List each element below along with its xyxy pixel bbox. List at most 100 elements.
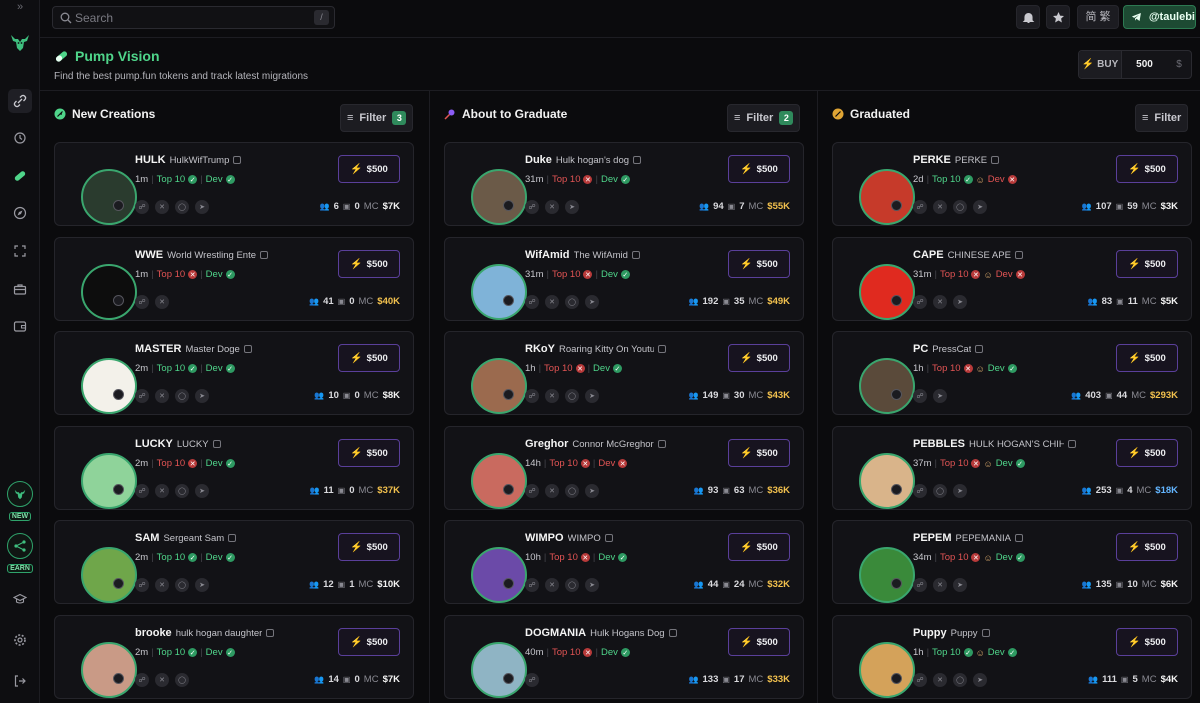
buy-button[interactable]: ⚡ $500: [338, 628, 400, 656]
globe-icon[interactable]: ◯: [565, 389, 579, 403]
buy-button[interactable]: ⚡ $500: [728, 628, 790, 656]
search-box[interactable]: /: [52, 6, 335, 29]
link-icon[interactable]: ☍: [525, 389, 539, 403]
token-avatar[interactable]: [846, 156, 915, 225]
token-symbol[interactable]: PERKE: [913, 154, 951, 166]
token-card[interactable]: Puppy Puppy 1h | Top 10 ✓ ☺ Dev ✓ ☍ ✕ ◯ ➤ ⚡…: [832, 615, 1192, 699]
rail-wallet-icon[interactable]: [8, 314, 32, 338]
search-input[interactable]: [75, 9, 305, 27]
globe-icon[interactable]: ◯: [565, 295, 579, 309]
copy-icon[interactable]: [668, 629, 677, 637]
copy-icon[interactable]: [266, 629, 275, 637]
bull-logo-icon[interactable]: [8, 30, 32, 54]
buy-button[interactable]: ⚡ $500: [338, 533, 400, 561]
token-symbol[interactable]: Greghor: [525, 438, 568, 450]
link-icon[interactable]: ☍: [135, 389, 149, 403]
link-icon[interactable]: ☍: [525, 484, 539, 498]
token-avatar[interactable]: [846, 629, 915, 698]
token-card[interactable]: RKoY Roaring Kitty On Youtube 1h | Top 1…: [444, 331, 804, 415]
globe-icon[interactable]: ◯: [565, 578, 579, 592]
link-icon[interactable]: ☍: [913, 389, 927, 403]
x-icon[interactable]: ✕: [155, 295, 169, 309]
send-icon[interactable]: ➤: [585, 295, 599, 309]
globe-icon[interactable]: ◯: [953, 200, 967, 214]
link-icon[interactable]: ☍: [525, 673, 539, 687]
copy-icon[interactable]: [260, 251, 268, 259]
token-symbol[interactable]: Puppy: [913, 627, 947, 639]
buy-button[interactable]: ⚡ $500: [338, 155, 400, 183]
rail-settings-icon[interactable]: [8, 628, 32, 652]
token-avatar[interactable]: [458, 156, 527, 225]
token-card[interactable]: WWE World Wrestling Ente 1m | Top 10 ✕ |…: [54, 237, 414, 321]
rail-new-badge[interactable]: NEW: [5, 481, 35, 521]
token-card[interactable]: HULK HulkWifTrump 1m | Top 10 ✓ | Dev ✓ …: [54, 142, 414, 226]
token-card[interactable]: PEPEM PEPEMANIA 34m | Top 10 ✕ ☺ Dev ✓ ☍…: [832, 520, 1192, 604]
buy-button[interactable]: ⚡ $500: [338, 344, 400, 372]
token-symbol[interactable]: MASTER: [135, 343, 181, 355]
token-symbol[interactable]: PEPEM: [913, 532, 952, 544]
link-icon[interactable]: ☍: [913, 200, 927, 214]
send-icon[interactable]: ➤: [195, 578, 209, 592]
send-icon[interactable]: ➤: [973, 673, 987, 687]
token-card[interactable]: Duke Hulk hogan's dog 31m | Top 10 ✕ | D…: [444, 142, 804, 226]
token-card[interactable]: DOGMANIA Hulk Hogans Dog 40m | Top 10 ✕ …: [444, 615, 804, 699]
x-icon[interactable]: ✕: [545, 484, 559, 498]
x-icon[interactable]: ✕: [545, 200, 559, 214]
copy-icon[interactable]: [631, 251, 640, 259]
send-icon[interactable]: ➤: [933, 389, 947, 403]
x-icon[interactable]: ✕: [155, 578, 169, 592]
buy-button[interactable]: ⚡ $500: [338, 250, 400, 278]
copy-icon[interactable]: [228, 534, 237, 542]
token-card[interactable]: WIMPO WIMPO 10h | Top 10 ✕ | Dev ✓ ☍ ✕ ◯ ➤ …: [444, 520, 804, 604]
send-icon[interactable]: ➤: [953, 484, 967, 498]
filter-button[interactable]: ≡ Filter 2: [727, 104, 801, 132]
rail-briefcase-icon[interactable]: [8, 277, 32, 301]
copy-icon[interactable]: [1014, 534, 1023, 542]
buy-button[interactable]: ⚡ $500: [1116, 250, 1178, 278]
x-icon[interactable]: ✕: [155, 200, 169, 214]
copy-icon[interactable]: [633, 156, 642, 164]
token-symbol[interactable]: SAM: [135, 532, 159, 544]
token-avatar[interactable]: [68, 629, 137, 698]
link-icon[interactable]: ☍: [135, 578, 149, 592]
token-avatar[interactable]: [68, 440, 137, 509]
buy-button[interactable]: ⚡ $500: [728, 155, 790, 183]
copy-icon[interactable]: [212, 440, 221, 448]
send-icon[interactable]: ➤: [585, 484, 599, 498]
send-icon[interactable]: ➤: [973, 200, 987, 214]
copy-icon[interactable]: [981, 629, 990, 637]
copy-icon[interactable]: [1067, 440, 1076, 448]
token-symbol[interactable]: brooke: [135, 627, 172, 639]
send-icon[interactable]: ➤: [195, 484, 209, 498]
link-icon[interactable]: ☍: [913, 295, 927, 309]
x-icon[interactable]: ✕: [933, 295, 947, 309]
globe-icon[interactable]: ◯: [933, 484, 947, 498]
send-icon[interactable]: ➤: [953, 578, 967, 592]
copy-icon[interactable]: [233, 156, 242, 164]
link-icon[interactable]: ☍: [525, 295, 539, 309]
copy-icon[interactable]: [657, 440, 666, 448]
token-card[interactable]: Greghor Connor McGreghor 14h | Top 10 ✕ …: [444, 426, 804, 510]
token-card[interactable]: PEBBLES HULK HOGAN'S CHIHUAH 37m | Top 1…: [832, 426, 1192, 510]
rail-expand-icon[interactable]: [8, 239, 32, 263]
filter-button[interactable]: ≡ Filter: [1135, 104, 1189, 132]
token-card[interactable]: PC PressCat 1h | Top 10 ✕ ☺ Dev ✓ ☍ ➤ ⚡ $…: [832, 331, 1192, 415]
x-icon[interactable]: ✕: [545, 295, 559, 309]
token-avatar[interactable]: [846, 251, 915, 320]
link-icon[interactable]: ☍: [525, 578, 539, 592]
rail-pill-icon[interactable]: [8, 164, 32, 188]
copy-icon[interactable]: [243, 345, 252, 353]
x-icon[interactable]: ✕: [155, 673, 169, 687]
copy-icon[interactable]: [975, 345, 984, 353]
x-icon[interactable]: ✕: [545, 389, 559, 403]
token-symbol[interactable]: LUCKY: [135, 438, 173, 450]
token-avatar[interactable]: [458, 440, 527, 509]
notifications-button[interactable]: [1016, 5, 1040, 29]
link-icon[interactable]: ☍: [135, 295, 149, 309]
token-avatar[interactable]: [458, 534, 527, 603]
x-icon[interactable]: ✕: [933, 673, 947, 687]
filter-button[interactable]: ≡ Filter 3: [340, 104, 414, 132]
link-icon[interactable]: ☍: [913, 578, 927, 592]
buy-button[interactable]: ⚡ $500: [1116, 155, 1178, 183]
copy-icon[interactable]: [1014, 251, 1023, 259]
